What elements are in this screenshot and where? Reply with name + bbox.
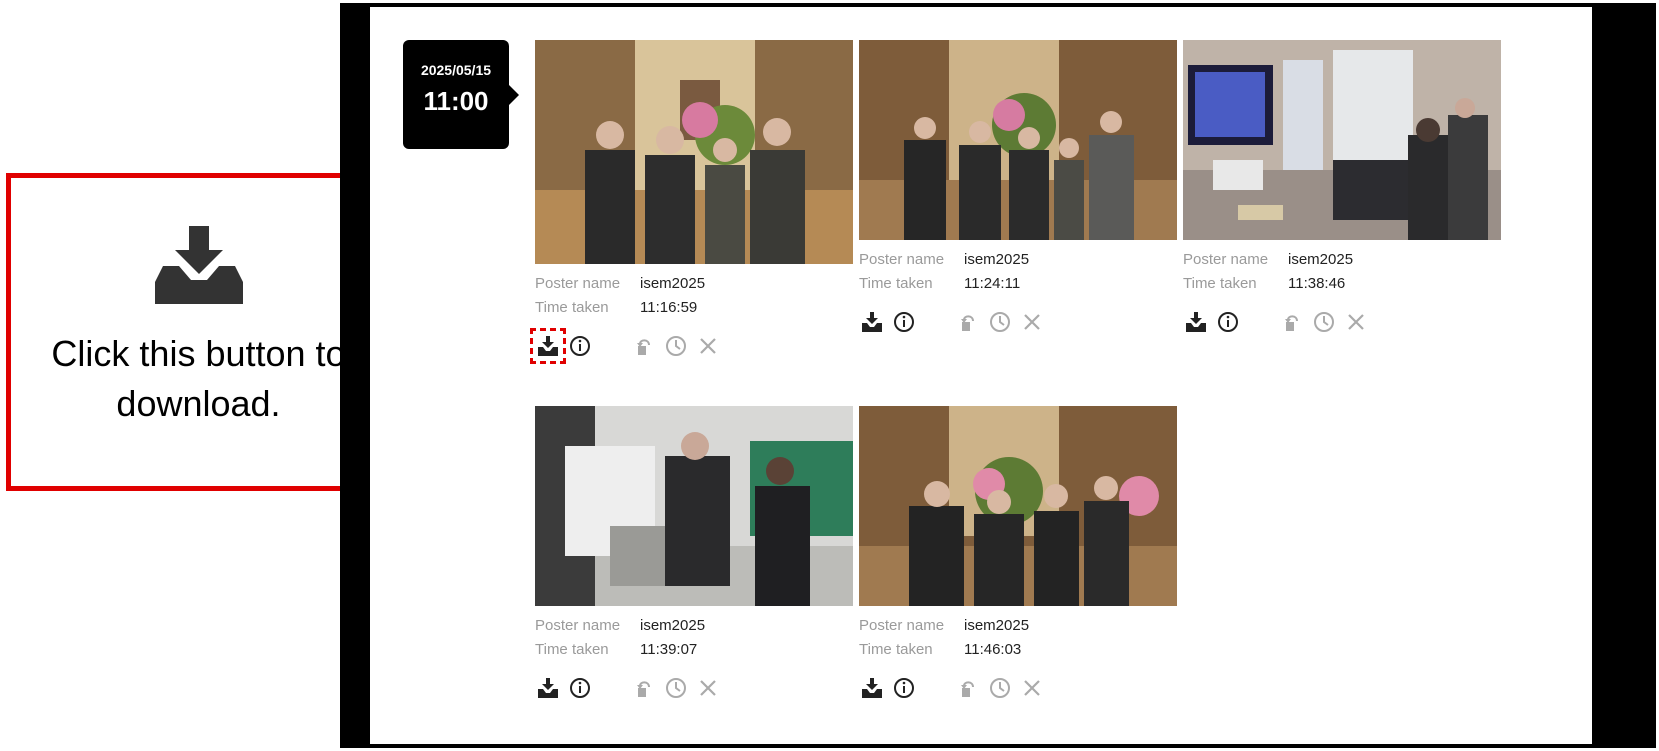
- info-icon: [570, 336, 590, 356]
- poster-name-label: Poster name: [535, 617, 621, 634]
- photo-actions: [859, 674, 1177, 702]
- timestamp-date: 2025/05/15: [420, 62, 492, 78]
- photo-meta: Poster name isem2025 Time taken 11:39:07: [535, 614, 853, 662]
- clock-icon: [990, 678, 1010, 698]
- photo-thumbnail[interactable]: [859, 406, 1177, 606]
- time-taken-value: 11:16:59: [640, 299, 698, 316]
- photo-card: Poster name isem2025 Time taken 11:24:11: [859, 40, 1177, 336]
- poster-name-value: isem2025: [964, 251, 1030, 268]
- photo-meta: Poster name isem2025 Time taken 11:16:59: [535, 272, 853, 320]
- info-button[interactable]: [891, 675, 917, 701]
- download-button[interactable]: [859, 309, 885, 335]
- photo-actions: [859, 308, 1177, 336]
- photo-actions: [530, 328, 853, 364]
- poster-name-label: Poster name: [535, 275, 621, 292]
- time-taken-label: Time taken: [859, 275, 933, 292]
- poster-name-value: isem2025: [1288, 251, 1354, 268]
- photo-thumbnail[interactable]: [535, 40, 853, 264]
- restore-icon: [961, 681, 974, 697]
- close-icon: [1024, 314, 1040, 330]
- poster-name-label: Poster name: [859, 617, 945, 634]
- poster-name-label: Poster name: [1183, 251, 1269, 268]
- clock-icon: [1314, 312, 1334, 332]
- download-callout: Click this button to download.: [6, 173, 391, 491]
- info-button[interactable]: [1215, 309, 1241, 335]
- download-icon: [1186, 312, 1206, 332]
- close-button[interactable]: [1019, 309, 1045, 335]
- download-icon: [862, 678, 882, 698]
- close-button[interactable]: [1019, 675, 1045, 701]
- photo-meta: Poster name isem2025 Time taken 11:38:46: [1183, 248, 1501, 296]
- close-button[interactable]: [1343, 309, 1369, 335]
- poster-name-value: isem2025: [640, 275, 706, 292]
- time-taken-label: Time taken: [535, 299, 609, 316]
- download-icon: [862, 312, 882, 332]
- photo-thumbnail[interactable]: [535, 406, 853, 606]
- clock-icon: [990, 312, 1010, 332]
- close-button[interactable]: [695, 333, 721, 359]
- time-taken-value: 11:38:46: [1288, 275, 1346, 292]
- time-taken-label: Time taken: [535, 641, 609, 658]
- photo-thumbnail[interactable]: [859, 40, 1177, 240]
- poster-name-value: isem2025: [640, 617, 706, 634]
- info-button[interactable]: [891, 309, 917, 335]
- poster-name-label: Poster name: [859, 251, 945, 268]
- clock-button[interactable]: [663, 675, 689, 701]
- clock-icon: [666, 336, 686, 356]
- download-button[interactable]: [535, 675, 561, 701]
- download-button[interactable]: [1183, 309, 1209, 335]
- restore-icon: [1285, 315, 1298, 331]
- info-icon: [1218, 312, 1238, 332]
- restore-icon: [637, 339, 650, 355]
- download-button[interactable]: [859, 675, 885, 701]
- time-taken-value: 11:24:11: [964, 275, 1021, 292]
- clock-button[interactable]: [663, 333, 689, 359]
- clock-button[interactable]: [987, 675, 1013, 701]
- restore-button[interactable]: [955, 675, 981, 701]
- photo-card: Poster name isem2025 Time taken 11:46:03: [859, 406, 1177, 702]
- poster-name-value: isem2025: [964, 617, 1030, 634]
- download-button[interactable]: [530, 328, 566, 364]
- info-button[interactable]: [567, 333, 593, 359]
- photo-meta: Poster name isem2025 Time taken 11:24:11: [859, 248, 1177, 296]
- info-icon: [894, 678, 914, 698]
- time-taken-value: 11:46:03: [964, 641, 1022, 658]
- photo-meta: Poster name isem2025 Time taken 11:46:03: [859, 614, 1177, 662]
- info-icon: [894, 312, 914, 332]
- restore-icon: [637, 681, 650, 697]
- close-icon: [700, 338, 716, 354]
- screenshot-frame: 2025/05/15 11:00 Poster name isem2025 Ti…: [340, 3, 1656, 748]
- time-taken-value: 11:39:07: [640, 641, 698, 658]
- photo-card: Poster name isem2025 Time taken 11:16:59: [530, 40, 853, 364]
- time-taken-label: Time taken: [859, 641, 933, 658]
- close-icon: [1348, 314, 1364, 330]
- timestamp-time: 11:00: [423, 86, 489, 116]
- gallery-panel: 2025/05/15 11:00 Poster name isem2025 Ti…: [370, 7, 1592, 744]
- photo-actions: [1183, 308, 1501, 336]
- restore-button[interactable]: [631, 333, 657, 359]
- photo-card: Poster name isem2025 Time taken 11:38:46: [1183, 40, 1501, 336]
- close-icon: [700, 680, 716, 696]
- photo-card: Poster name isem2025 Time taken 11:39:07: [535, 406, 853, 702]
- time-taken-label: Time taken: [1183, 275, 1257, 292]
- restore-button[interactable]: [1279, 309, 1305, 335]
- photo-actions: [535, 674, 853, 702]
- clock-button[interactable]: [987, 309, 1013, 335]
- close-button[interactable]: [695, 675, 721, 701]
- info-icon: [570, 678, 590, 698]
- info-button[interactable]: [567, 675, 593, 701]
- restore-icon: [961, 315, 974, 331]
- clock-button[interactable]: [1311, 309, 1337, 335]
- restore-button[interactable]: [955, 309, 981, 335]
- download-icon: [11, 226, 386, 311]
- restore-button[interactable]: [631, 675, 657, 701]
- timestamp-bubble: 2025/05/15 11:00: [403, 40, 519, 149]
- close-icon: [1024, 680, 1040, 696]
- photo-thumbnail[interactable]: [1183, 40, 1501, 240]
- download-icon: [538, 336, 558, 356]
- download-icon: [538, 678, 558, 698]
- callout-text: Click this button to download.: [51, 333, 346, 424]
- clock-icon: [666, 678, 686, 698]
